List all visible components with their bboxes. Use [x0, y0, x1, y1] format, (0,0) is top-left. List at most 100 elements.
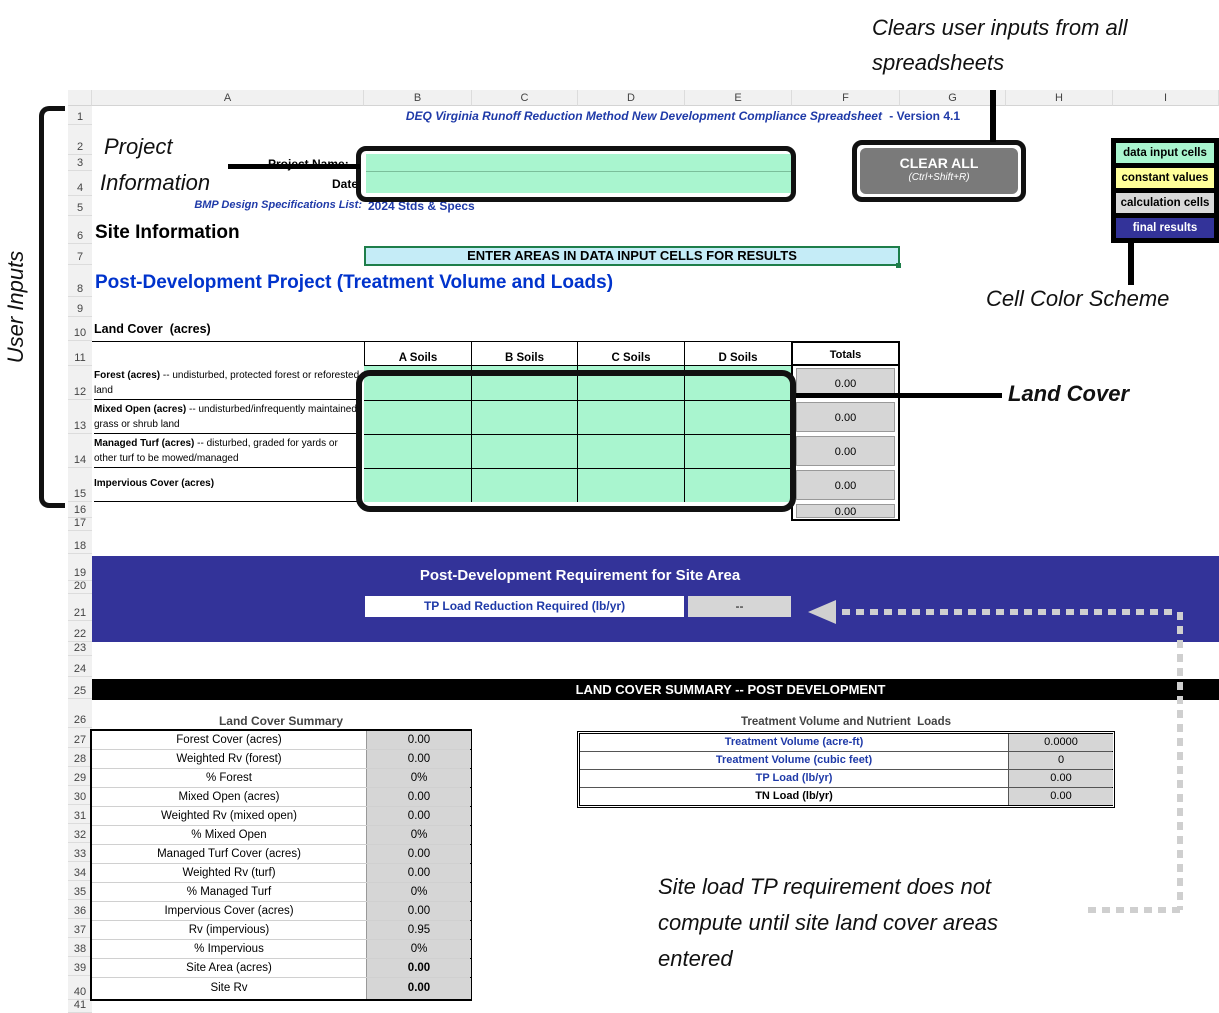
row-header[interactable]: 35 — [68, 881, 92, 900]
summary-label: % Forest — [205, 772, 252, 784]
summary-value: 0.95 — [366, 921, 471, 939]
row-header[interactable]: 15 — [68, 468, 92, 502]
summary-label: Weighted Rv (turf) — [182, 867, 276, 879]
pointer-line — [796, 393, 1002, 398]
column-header-a[interactable]: A — [92, 90, 364, 106]
callout-project-1: Project — [100, 134, 177, 160]
callout-site-load-2: compute until site land cover areas — [658, 910, 998, 935]
row-header[interactable]: 24 — [68, 656, 92, 677]
turf-label-bold: Managed Turf (acres) — [94, 438, 195, 449]
row-header[interactable]: 3 — [68, 155, 92, 171]
column-header-b[interactable]: B — [364, 90, 472, 106]
summary-row: % Mixed Open 0% — [92, 826, 471, 845]
user-inputs-bracket — [39, 106, 65, 508]
summary-row: Weighted Rv (forest) 0.00 — [92, 750, 471, 769]
summary-row: Site Area (acres) 0.00 — [92, 959, 471, 978]
row-header[interactable]: 37 — [68, 919, 92, 938]
land-row-turf-label: Managed Turf (acres) -- disturbed, grade… — [94, 436, 362, 468]
select-all-corner[interactable] — [68, 90, 92, 106]
summary-value: 0.00 — [366, 864, 471, 882]
row-header[interactable]: 29 — [68, 767, 92, 786]
total-turf: 0.00 — [796, 436, 895, 466]
clear-all-button[interactable]: CLEAR ALL (Ctrl+Shift+R) — [852, 140, 1026, 202]
summary-value: 0.00 — [366, 731, 471, 749]
row-header[interactable]: 30 — [68, 786, 92, 805]
column-header-f[interactable]: F — [792, 90, 900, 106]
row-header[interactable]: 4 — [68, 171, 92, 196]
row-header[interactable]: 7 — [68, 244, 92, 265]
impervious-label-bold: Impervious Cover (acres) — [94, 478, 215, 489]
clear-all-label: CLEAR ALL — [899, 155, 979, 171]
column-header-h[interactable]: H — [1006, 90, 1113, 106]
row-header[interactable]: 9 — [68, 297, 92, 317]
callout-project-2: Information — [96, 170, 215, 196]
summary-label: Rv (impervious) — [188, 924, 270, 936]
column-header-d[interactable]: D — [578, 90, 685, 106]
row-header[interactable]: 34 — [68, 862, 92, 881]
summary-value: 0.00 — [366, 902, 471, 920]
row-header[interactable]: 14 — [68, 434, 92, 468]
summary-row: Managed Turf Cover (acres) 0.00 — [92, 845, 471, 864]
row-header[interactable]: 6 — [68, 216, 92, 244]
row-header[interactable]: 11 — [68, 341, 92, 366]
date-label: Date: — [331, 177, 362, 191]
land-row-forest-label: Forest (acres) -- undisturbed, protected… — [94, 368, 362, 400]
summary-row: Mixed Open (acres) 0.00 — [92, 788, 471, 807]
header-a-soils: A Soils — [364, 341, 472, 366]
row-header[interactable]: 13 — [68, 400, 92, 434]
row-header[interactable]: 2 — [68, 125, 92, 155]
row-header[interactable]: 18 — [68, 531, 92, 554]
row-header[interactable]: 21 — [68, 594, 92, 621]
summary-row: % Impervious 0% — [92, 940, 471, 959]
callout-clears: Clears user inputs from all spreadsheets — [872, 15, 1128, 75]
row-header[interactable]: 10 — [68, 317, 92, 341]
row-header[interactable]: 41 — [68, 999, 92, 1013]
pointer-line — [228, 164, 360, 169]
row-header[interactable]: 40 — [68, 976, 92, 1000]
row-header[interactable]: 22 — [68, 621, 92, 642]
summary-value: 0% — [366, 826, 471, 844]
column-header-c[interactable]: C — [472, 90, 578, 106]
row-header[interactable]: 17 — [68, 517, 92, 531]
summary-row: % Forest 0% — [92, 769, 471, 788]
summary-label: % Mixed Open — [191, 829, 267, 841]
row-header[interactable]: 32 — [68, 824, 92, 843]
selection-handle[interactable] — [896, 263, 901, 268]
row-header[interactable]: 39 — [68, 957, 92, 976]
row-header[interactable]: 27 — [68, 728, 92, 748]
total-impervious: 0.00 — [796, 470, 895, 500]
row-header[interactable]: 19 — [68, 554, 92, 581]
summary-label: Impervious Cover (acres) — [164, 905, 294, 917]
row-header[interactable]: 36 — [68, 900, 92, 919]
summary-value: 0% — [366, 883, 471, 901]
row-header[interactable]: 20 — [68, 580, 92, 594]
row-header[interactable]: 25 — [68, 677, 92, 699]
summary-row: Weighted Rv (mixed open) 0.00 — [92, 807, 471, 826]
row-header[interactable]: 1 — [68, 106, 92, 125]
enter-areas-banner: ENTER AREAS IN DATA INPUT CELLS FOR RESU… — [364, 246, 900, 266]
row-header[interactable]: 33 — [68, 843, 92, 862]
mixed-label-bold: Mixed Open (acres) — [94, 404, 187, 415]
requirement-title: Post-Development Requirement for Site Ar… — [419, 567, 741, 584]
column-header-i[interactable]: I — [1113, 90, 1219, 106]
total-site: 0.00 — [796, 504, 895, 518]
land-row-mixed-label: Mixed Open (acres) -- undisturbed/infreq… — [94, 402, 362, 434]
requirement-value: -- — [688, 596, 791, 617]
row-header[interactable]: 8 — [68, 265, 92, 297]
column-header-e[interactable]: E — [685, 90, 792, 106]
row-header[interactable]: 16 — [68, 502, 92, 518]
sheet-title-text: DEQ Virginia Runoff Reduction Method New… — [405, 109, 882, 123]
summary-row: Site Rv 0.00 — [92, 978, 471, 999]
summary-label: Site Rv — [210, 982, 248, 994]
row-header[interactable]: 5 — [68, 196, 92, 216]
land-summary-title: Land Cover Summary — [218, 714, 344, 728]
row-header[interactable]: 12 — [68, 366, 92, 400]
row-header[interactable]: 28 — [68, 748, 92, 767]
sheet-version: - Version 4.1 — [889, 109, 960, 123]
row-header[interactable]: 26 — [68, 699, 92, 728]
row-header[interactable]: 23 — [68, 642, 92, 656]
row-header[interactable]: 38 — [68, 938, 92, 957]
summary-label: Weighted Rv (mixed open) — [161, 810, 297, 822]
summary-row: Forest Cover (acres) 0.00 — [92, 731, 471, 750]
row-header[interactable]: 31 — [68, 805, 92, 824]
